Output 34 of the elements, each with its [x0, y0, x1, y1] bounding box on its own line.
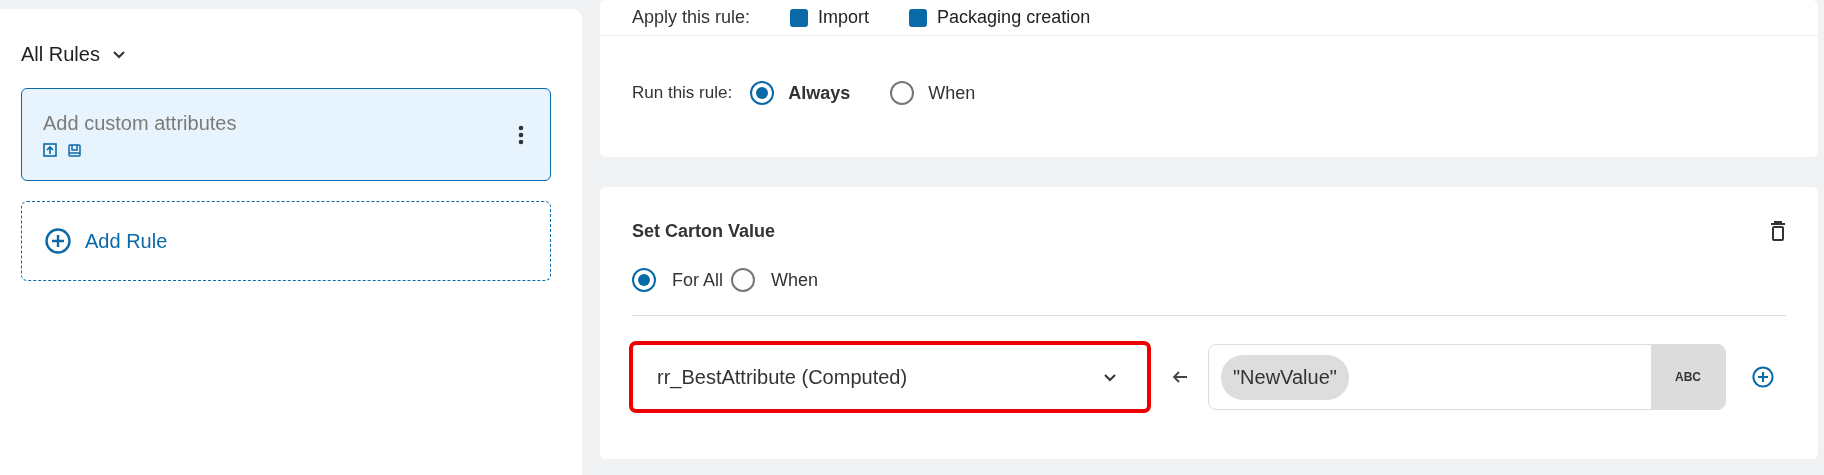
- trash-icon: [1770, 221, 1786, 241]
- radio-button[interactable]: [750, 81, 775, 105]
- attribute-dropdown[interactable]: rr_BestAttribute (Computed): [632, 344, 1148, 410]
- value-field[interactable]: "NewValue" ABC: [1208, 344, 1726, 410]
- radio-option[interactable]: When: [731, 268, 819, 292]
- field-label: Run this rule:: [632, 83, 733, 103]
- arrow-left-icon: [1172, 370, 1188, 384]
- delete-button[interactable]: [1770, 221, 1786, 241]
- add-rule-button[interactable]: Add Rule: [21, 201, 551, 281]
- radio-option[interactable]: For All: [632, 268, 723, 292]
- plus-circle-icon: [45, 228, 71, 254]
- chevron-down-icon: [111, 50, 126, 59]
- rule-title: Add custom attributes: [43, 112, 237, 135]
- checkbox-option[interactable]: Packaging creation: [909, 7, 1091, 28]
- section-title: Set Carton Value: [632, 220, 776, 242]
- radio-option[interactable]: When: [890, 81, 976, 105]
- radio-button[interactable]: [632, 268, 656, 292]
- radio-button[interactable]: [890, 81, 915, 105]
- upload-box-icon: [43, 143, 57, 157]
- more-vertical-icon: [518, 124, 524, 145]
- add-value-button[interactable]: [1752, 366, 1774, 388]
- checkbox-option[interactable]: Import: [790, 7, 870, 28]
- rule-card[interactable]: Add custom attributes: [21, 88, 551, 181]
- field-label: Apply this rule:: [632, 7, 751, 28]
- type-badge[interactable]: ABC: [1651, 345, 1725, 409]
- radio-option[interactable]: Always: [750, 81, 851, 105]
- checkbox[interactable]: [790, 8, 809, 27]
- package-icon: [68, 143, 81, 157]
- chevron-down-icon: [1103, 372, 1117, 382]
- value-chip[interactable]: "NewValue": [1221, 354, 1349, 400]
- radio-button[interactable]: [731, 268, 755, 292]
- checkbox[interactable]: [909, 8, 928, 27]
- plus-circle-icon: [1752, 366, 1774, 388]
- rules-dropdown[interactable]: All Rules: [21, 43, 126, 66]
